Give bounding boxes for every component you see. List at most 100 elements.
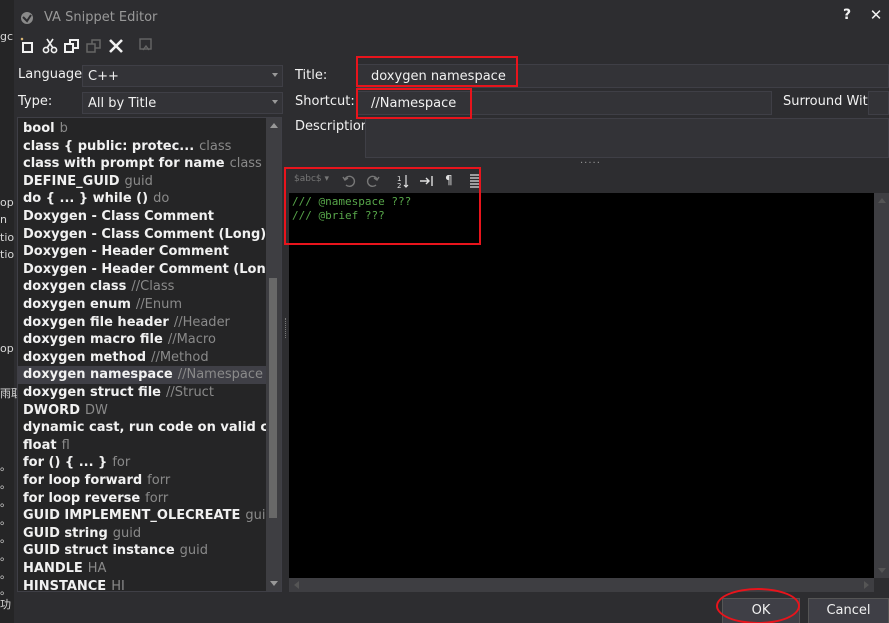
pilcrow-icon[interactable]: ¶ [445, 173, 453, 189]
snippet-list-item[interactable]: DEFINE_GUID guid [18, 173, 266, 191]
snippet-name: Doxygen - Header Comment [23, 244, 229, 260]
paste-icon[interactable] [84, 36, 104, 56]
scroll-thumb[interactable] [269, 278, 277, 518]
snippet-list-item[interactable]: class { public: protec... class [18, 138, 266, 156]
scroll-up-icon[interactable] [878, 198, 886, 203]
snippet-name: doxygen class [23, 279, 127, 295]
shortcut-field[interactable]: //Namespace [357, 91, 772, 115]
snippet-list-item[interactable]: for loop forward forr [18, 472, 266, 490]
snippet-name: Doxygen - Class Comment (Long) [23, 226, 266, 242]
copy-icon[interactable] [62, 36, 82, 56]
shortcut-value: //Namespace [371, 96, 457, 111]
new-snippet-icon[interactable] [18, 36, 38, 56]
snippet-editor-window: gc op n tio tio op 雨取 。 。 。 。 。 。 。 。 功 … [0, 0, 889, 623]
language-dropdown[interactable]: C++ [82, 65, 283, 87]
snippet-list-item[interactable]: Doxygen - Class Comment (Long) [18, 226, 266, 244]
snippet-name: HINSTANCE [23, 578, 107, 592]
redo-icon[interactable] [365, 173, 381, 189]
snippet-list[interactable]: bool b class { public: protec... class class… [17, 117, 282, 592]
snippet-list-item[interactable]: doxygen method//Method [18, 349, 266, 367]
surround-with-checkbox[interactable] [868, 91, 889, 115]
snippet-list-item[interactable]: for () { ... } for [18, 454, 266, 472]
snippet-shortcut: //Struct [165, 385, 214, 400]
code-editor[interactable]: /// @namespace ??? /// @brief ??? [289, 193, 874, 578]
snippet-name: doxygen method [23, 349, 147, 365]
tab-icon[interactable] [419, 173, 435, 189]
snippet-list-item[interactable]: doxygen struct file //Struct [18, 384, 266, 402]
code-line: /// @namespace ??? [292, 195, 412, 208]
properties-icon[interactable] [136, 36, 156, 56]
bg-fragment: 。 [0, 532, 11, 545]
snippet-list-item[interactable]: bool b [18, 120, 266, 138]
snippet-list-item[interactable]: Doxygen - Header Comment [18, 243, 266, 261]
snippet-shortcut: for [112, 455, 131, 471]
snippet-name: class { public: protec... [23, 138, 195, 154]
snippet-list-item[interactable]: doxygen namespace//Namespace [18, 366, 266, 384]
snippet-name: doxygen enum [23, 297, 131, 312]
editor-horizontal-scrollbar[interactable] [289, 578, 874, 592]
snippet-list-item[interactable]: dynamic cast, run code on valid castdyn [18, 419, 266, 437]
editor-vertical-scrollbar[interactable] [874, 193, 889, 578]
snippet-list-item[interactable]: HANDLE HA [18, 560, 266, 578]
bg-fragment: n [0, 213, 7, 226]
snippet-name: GUID IMPLEMENT_OLECREATE [23, 508, 241, 524]
list-scrollbar[interactable] [266, 118, 281, 591]
snippet-name: class with prompt for name [23, 156, 225, 172]
window-title: VA Snippet Editor [44, 10, 158, 25]
snippet-list-item[interactable]: doxygen class//Class [18, 278, 266, 296]
scroll-left-icon[interactable] [294, 581, 299, 589]
snippet-list-item[interactable]: GUID string guid [18, 525, 266, 543]
snippet-name: for loop reverse [23, 490, 141, 506]
snippet-name: dynamic cast, run code on valid cast [23, 420, 266, 436]
snippet-list-item[interactable]: DWORD DW [18, 402, 266, 420]
snippet-list-item[interactable]: Doxygen - Header Comment (Long) [18, 261, 266, 279]
undo-icon[interactable] [341, 173, 357, 189]
bg-fragment: 功 [0, 598, 11, 611]
snippet-list-item[interactable]: do { ... } while () do [18, 190, 266, 208]
type-dropdown[interactable]: All by Title [82, 92, 283, 114]
snippet-name: Doxygen - Class Comment [23, 209, 215, 224]
snippet-shortcut: guid [245, 508, 266, 524]
snippet-list-item[interactable]: class with prompt for name class [18, 155, 266, 173]
resize-grip[interactable]: ..... [580, 155, 601, 166]
snippet-list-item[interactable]: GUID struct instance guid [18, 542, 266, 560]
snippet-name: DWORD [23, 402, 80, 418]
sort-icon[interactable]: 12 [395, 173, 411, 190]
snippet-name: doxygen namespace [23, 367, 173, 383]
scroll-up-icon[interactable] [270, 123, 278, 128]
ok-button[interactable]: OK [722, 598, 800, 623]
snippet-list-item[interactable]: doxygen enum //Enum [18, 296, 266, 314]
close-button[interactable]: ✕ [867, 6, 885, 26]
title-field[interactable]: doxygen namespace [357, 64, 889, 88]
cancel-button[interactable]: Cancel [808, 598, 889, 623]
chevron-down-icon [272, 100, 278, 104]
bg-fragment: 。 [0, 514, 11, 527]
snippet-list-item[interactable]: doxygen macro file//Macro [18, 331, 266, 349]
title-label: Title: [295, 68, 328, 83]
snippet-list-item[interactable]: Doxygen - Class Comment [18, 208, 266, 226]
snippet-shortcut: forr [147, 473, 171, 488]
bg-fragment: tio [0, 231, 15, 244]
snippet-list-item[interactable]: for loop reverse forr [18, 490, 266, 508]
snippet-list-item[interactable]: doxygen file header//Header [18, 314, 266, 332]
delete-icon[interactable] [106, 36, 126, 56]
snippet-list-item[interactable]: GUID IMPLEMENT_OLECREATEguid [18, 507, 266, 525]
cut-icon[interactable] [40, 36, 60, 56]
scroll-down-icon[interactable] [878, 568, 886, 573]
code-line: /// @brief ??? [292, 209, 385, 222]
pane-splitter[interactable] [285, 318, 288, 338]
help-button[interactable]: ? [839, 7, 855, 27]
snippet-name: do { ... } while () [23, 191, 149, 207]
type-label: Type: [18, 94, 53, 109]
scroll-down-icon[interactable] [270, 581, 278, 586]
visual-assist-logo-icon [21, 12, 33, 24]
type-value: All by Title [88, 96, 157, 111]
shortcut-label: Shortcut: [295, 94, 355, 109]
snippet-list-item[interactable]: float fl [18, 437, 266, 455]
wrap-icon[interactable] [467, 173, 483, 189]
insert-reserved-string-button[interactable]: $abc$ ▾ [294, 174, 329, 190]
snippet-list-item[interactable]: HINSTANCE HI [18, 578, 266, 592]
bg-fragment: 。 [0, 550, 11, 563]
scroll-right-icon[interactable] [864, 581, 869, 589]
description-field[interactable] [365, 118, 889, 158]
